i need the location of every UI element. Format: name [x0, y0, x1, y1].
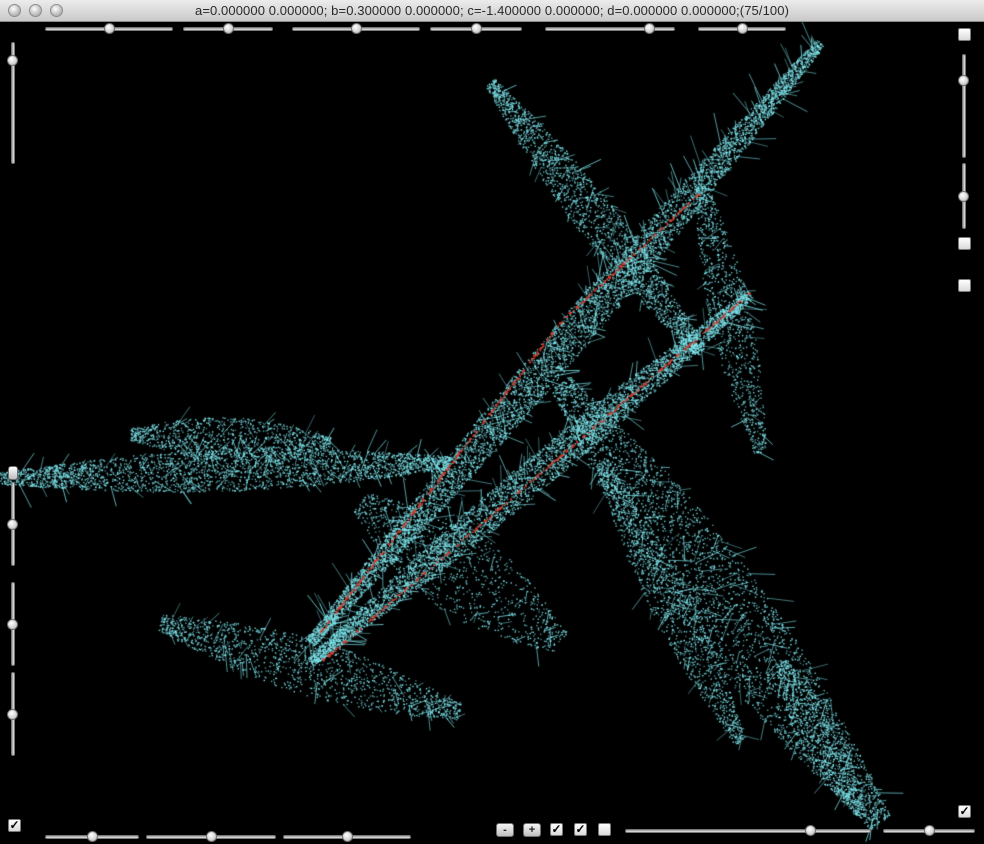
slider-knob[interactable] — [804, 825, 816, 836]
top-slider-6[interactable] — [698, 22, 786, 36]
slider-knob[interactable] — [958, 75, 969, 86]
zoom-out-button[interactable]: - — [496, 823, 514, 837]
slider-knob[interactable] — [7, 55, 18, 67]
top-slider-2[interactable] — [183, 22, 273, 36]
slider-knob[interactable] — [7, 519, 18, 530]
left-slider-3[interactable] — [6, 582, 20, 666]
bottom-checkbox-3[interactable] — [598, 823, 611, 836]
left-slider-2[interactable] — [6, 482, 20, 566]
bottom-checkbox-2[interactable]: ✓ — [574, 823, 587, 836]
slider-knob[interactable] — [342, 831, 353, 842]
zoom-in-button[interactable]: + — [523, 823, 541, 837]
right-checkbox-3[interactable] — [958, 279, 971, 292]
top-slider-1[interactable] — [45, 22, 173, 36]
right-slider-1[interactable] — [957, 54, 971, 158]
slider-knob[interactable] — [104, 23, 115, 34]
right-slider-2[interactable] — [957, 163, 971, 229]
slider-knob[interactable] — [737, 23, 748, 34]
bottom-slider-2[interactable] — [146, 830, 276, 844]
right-checkbox-1[interactable] — [958, 28, 971, 41]
window-title: a=0.000000 0.000000; b=0.300000 0.000000… — [194, 3, 789, 18]
slider-knob[interactable] — [87, 831, 98, 842]
left-slider-handle[interactable] — [8, 466, 18, 480]
slider-knob[interactable] — [206, 831, 217, 842]
right-bottom-checkbox[interactable]: ✓ — [958, 805, 971, 818]
bottom-checkbox-1[interactable]: ✓ — [550, 823, 563, 836]
slider-knob[interactable] — [7, 619, 18, 630]
left-slider-1[interactable] — [6, 42, 20, 164]
slider-knob[interactable] — [471, 23, 482, 34]
slider-knob[interactable] — [7, 709, 18, 720]
slider-knob[interactable] — [644, 23, 655, 34]
bottom-right-slider-1[interactable] — [625, 824, 871, 838]
left-slider-4[interactable] — [6, 672, 20, 756]
slider-knob[interactable] — [924, 825, 935, 836]
bottom-slider-3[interactable] — [283, 830, 411, 844]
top-slider-3[interactable] — [292, 22, 420, 36]
fractal-canvas[interactable] — [0, 22, 984, 843]
top-slider-5[interactable] — [545, 22, 675, 36]
bottom-right-slider-2[interactable] — [883, 824, 975, 838]
left-bottom-checkbox[interactable]: ✓ — [8, 819, 21, 832]
slider-knob[interactable] — [223, 23, 234, 34]
bottom-slider-1[interactable] — [45, 830, 139, 844]
top-slider-4[interactable] — [430, 22, 522, 36]
window-titlebar[interactable]: a=0.000000 0.000000; b=0.300000 0.000000… — [0, 0, 984, 22]
slider-knob[interactable] — [958, 191, 969, 202]
slider-knob[interactable] — [351, 23, 362, 34]
right-checkbox-2[interactable] — [958, 237, 971, 250]
